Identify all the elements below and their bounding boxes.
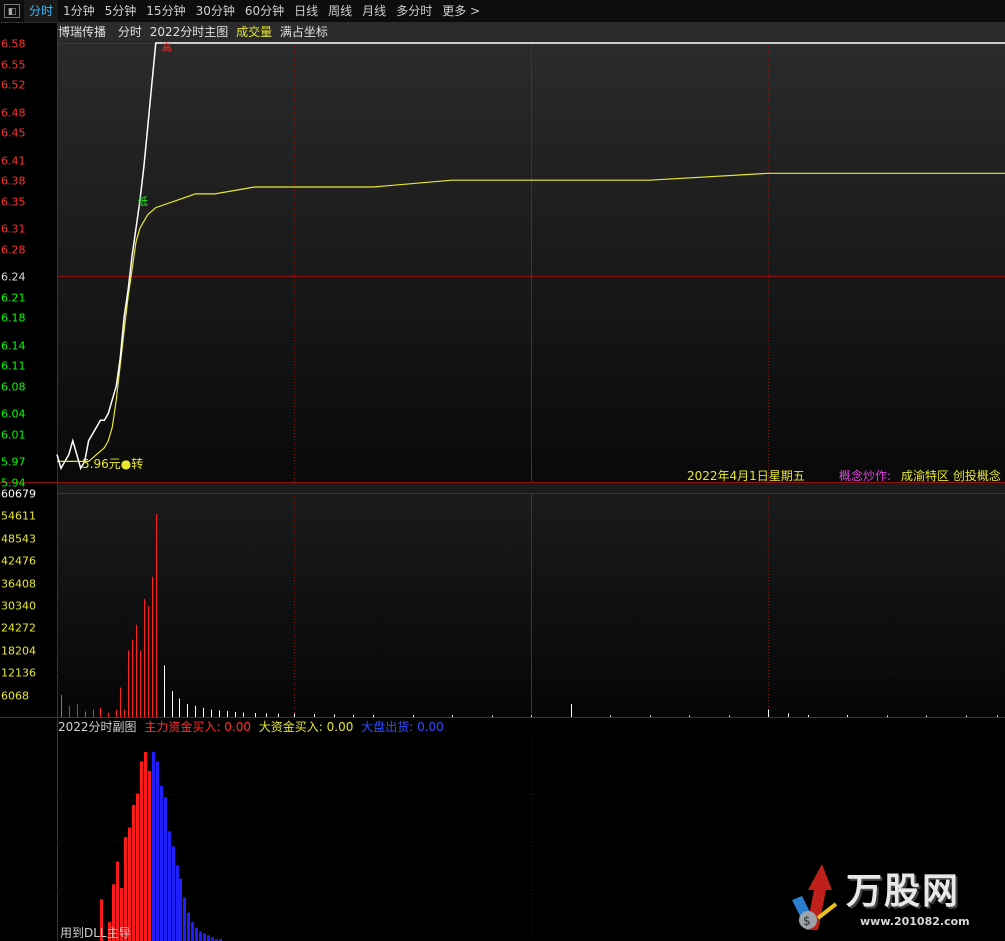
- price-tick-label: 6.52: [1, 79, 26, 92]
- concept-label: 概念炒作:: [839, 469, 892, 483]
- price-tick-label: 6.11: [1, 360, 26, 373]
- price-tick-label: 6.58: [1, 38, 26, 51]
- volume-tick-label: 6068: [1, 690, 29, 703]
- watermark: $ 万股网 www.201082.com: [788, 860, 988, 938]
- main-indicator-label[interactable]: 2022分时主图: [150, 25, 229, 39]
- fund-bar: [176, 865, 179, 941]
- price-tick-label: 6.35: [1, 196, 26, 209]
- concept-value: 成渝特区 创投概念: [901, 469, 1001, 483]
- price-tick-label: 6.21: [1, 292, 26, 305]
- scale-mode-label[interactable]: 满占坐标: [280, 25, 328, 39]
- fund-bar: [168, 831, 171, 941]
- fund-bar: [136, 793, 139, 941]
- watermark-brand: 万股网: [846, 871, 961, 912]
- watermark-logo-icon: $: [792, 864, 838, 930]
- svg-text:$: $: [803, 914, 811, 928]
- fund-bar: [144, 752, 147, 941]
- fund-bar: [199, 931, 202, 941]
- price-tick-label: 6.41: [1, 155, 26, 168]
- volume-tick-label: 36408: [1, 578, 36, 591]
- fund-bar: [195, 927, 198, 941]
- big-buy-label: 大资金买入:: [258, 720, 323, 734]
- sub-chart-title[interactable]: 2022分时副图: [58, 720, 137, 734]
- watermark-site: www.201082.com: [860, 915, 970, 928]
- volume-tick-label: 18204: [1, 645, 36, 658]
- price-tick-label: 6.55: [1, 59, 26, 72]
- sub-chart-header: 2022分时副图 主力资金买入: 0.00 大资金买入: 0.00 大盘出货: …: [58, 720, 444, 734]
- price-tick-label: 6.18: [1, 312, 26, 325]
- mode-label: 分时: [117, 25, 142, 39]
- high-marker: 高: [162, 41, 172, 54]
- fund-bar: [179, 878, 182, 941]
- volume-tick-label: 60679: [1, 488, 36, 501]
- fund-bar: [128, 827, 131, 941]
- fund-bar: [191, 922, 194, 941]
- fund-bar: [187, 912, 190, 941]
- chart-header: 博瑞传播 分时 2022分时主图 成交量 满占坐标: [58, 25, 328, 39]
- price-tick-label: 6.38: [1, 175, 26, 188]
- outflow-value: 0.00: [417, 720, 444, 734]
- fund-bar: [156, 761, 159, 941]
- main-buy-value: 0.00: [224, 720, 251, 734]
- fund-bar: [164, 797, 167, 941]
- price-tick-label: 6.08: [1, 381, 26, 394]
- price-tick-label: 6.28: [1, 244, 26, 257]
- volume-tick-label: 30340: [1, 600, 36, 613]
- fund-bar: [211, 937, 214, 941]
- volume-tick-label: 48543: [1, 533, 36, 546]
- volume-toggle-label[interactable]: 成交量: [236, 25, 272, 39]
- big-buy-value: 0.00: [326, 720, 354, 734]
- price-tick-label: 6.01: [1, 429, 26, 442]
- fund-bar: [160, 786, 163, 941]
- price-marker-label: 5.96元●转: [82, 457, 144, 471]
- volume-tick-label: 42476: [1, 555, 36, 568]
- volume-tick-label: 24272: [1, 622, 36, 635]
- fund-bar: [132, 804, 135, 941]
- price-tick-label: 5.97: [1, 456, 26, 469]
- fund-bar: [148, 770, 151, 941]
- volume-tick-label: 12136: [1, 667, 36, 680]
- main-buy-label: 主力资金买入:: [144, 720, 221, 734]
- price-tick-label: 6.45: [1, 127, 26, 140]
- price-tick-label: 6.24: [1, 271, 26, 284]
- outflow-label: 大盘出货:: [361, 720, 414, 734]
- price-tick-label: 6.48: [1, 107, 26, 120]
- low-marker: 低: [138, 195, 148, 208]
- fund-bar: [140, 761, 143, 941]
- fund-bar: [183, 897, 186, 941]
- fund-bar: [203, 933, 206, 941]
- fund-bar: [207, 935, 210, 941]
- price-tick-label: 6.14: [1, 340, 26, 353]
- fund-bar: [152, 752, 155, 941]
- volume-tick-label: 54611: [1, 510, 36, 523]
- stock-name: 博瑞传播: [58, 25, 107, 39]
- price-tick-label: 6.04: [1, 408, 26, 421]
- fund-bar: [172, 846, 175, 941]
- sub-chart-footer: 用到DLL主导: [60, 926, 131, 940]
- price-tick-label: 6.31: [1, 223, 26, 236]
- date-label: 2022年4月1日星期五: [687, 469, 805, 483]
